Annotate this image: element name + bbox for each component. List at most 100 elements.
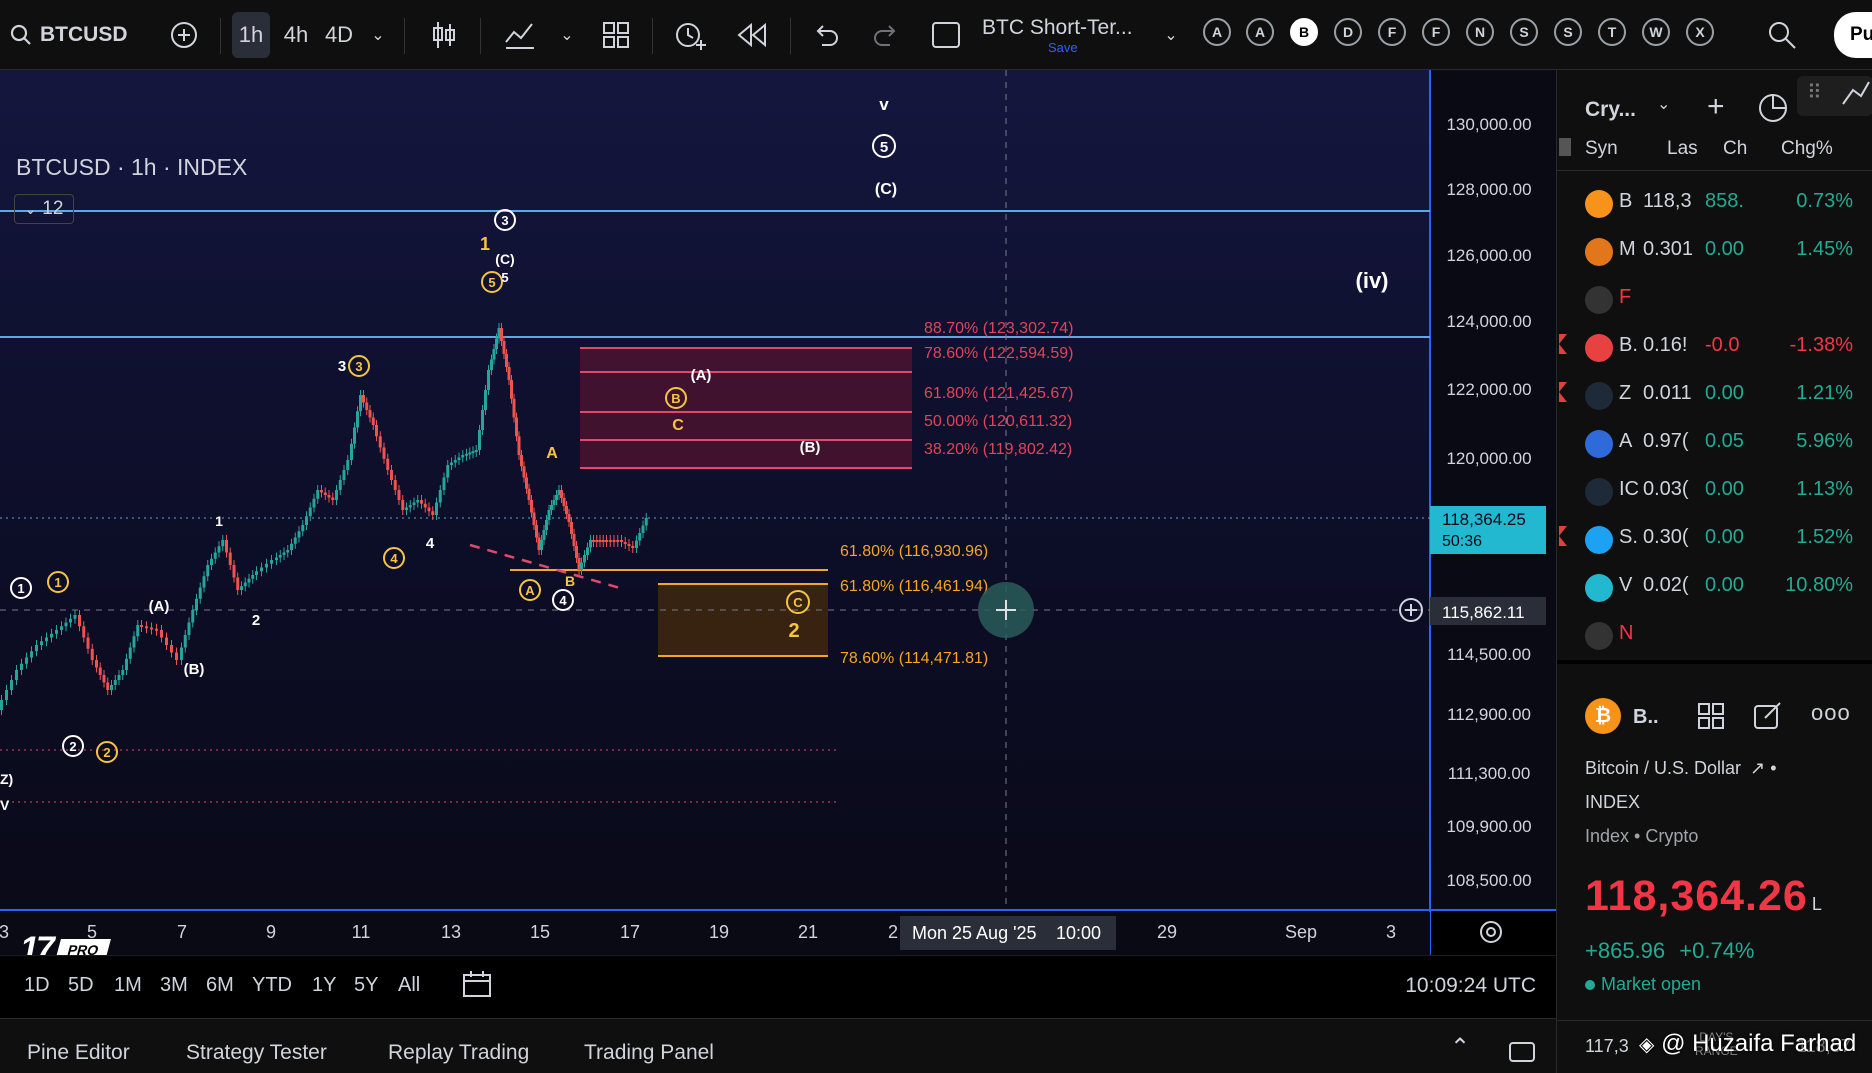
column-change-pct[interactable]: Chg% bbox=[1781, 138, 1833, 160]
watchlist-row[interactable]: V 0.02(0.00 10.80% bbox=[1557, 562, 1872, 608]
chart-pane[interactable]: 88.70% (123,302.74) 78.60% (122,594.59) … bbox=[0, 70, 1556, 1020]
layouts-grid-icon[interactable] bbox=[598, 12, 634, 58]
timeframe-1h[interactable]: 1h bbox=[232, 12, 270, 58]
candle-body bbox=[69, 618, 72, 623]
range-button[interactable]: 1Y bbox=[312, 974, 336, 997]
external-link-icon[interactable]: ↗ bbox=[1750, 758, 1765, 778]
watchlist-letter-circle[interactable]: T bbox=[1598, 18, 1626, 46]
wave-label: 5 bbox=[880, 139, 888, 156]
watchlist-letter-circle[interactable]: F bbox=[1422, 18, 1450, 46]
candle-body bbox=[453, 460, 457, 463]
range-button[interactable]: YTD bbox=[252, 974, 292, 997]
redo-icon[interactable] bbox=[868, 12, 904, 58]
tab-trading-panel[interactable]: Trading Panel bbox=[584, 1041, 714, 1065]
coin-icon bbox=[1585, 286, 1613, 314]
range-button[interactable]: 6M bbox=[206, 974, 234, 997]
range-button[interactable]: 1D bbox=[24, 974, 50, 997]
watchlist-pie-icon[interactable] bbox=[1757, 92, 1789, 129]
tab-pine-editor[interactable]: Pine Editor bbox=[27, 1041, 130, 1065]
indicators-dropdown-chevron-icon[interactable]: ⌄ bbox=[556, 12, 578, 58]
column-last[interactable]: Las bbox=[1667, 138, 1698, 160]
candle-body bbox=[195, 598, 198, 610]
watchlist-row[interactable]: M 0.301 0.00 1.45% bbox=[1557, 226, 1872, 272]
range-button[interactable]: All bbox=[398, 974, 420, 997]
time-axis[interactable]: 3 5 7 9 11 13 15 17 19 21 2 29 Sep 3 Mon… bbox=[0, 912, 1502, 955]
row-change: -0.0 bbox=[1705, 334, 1740, 356]
candle-body bbox=[183, 635, 187, 648]
undo-icon[interactable] bbox=[808, 12, 844, 58]
coin-icon bbox=[1585, 622, 1613, 650]
range-button[interactable]: 1M bbox=[114, 974, 142, 997]
watchlist-letter-circle[interactable]: F bbox=[1378, 18, 1406, 46]
add-symbol-button[interactable] bbox=[166, 12, 202, 58]
candle-body bbox=[487, 370, 490, 390]
details-symbol[interactable]: B.. bbox=[1633, 706, 1659, 729]
candle-body bbox=[517, 436, 521, 455]
watchlist-letter-circle[interactable]: A bbox=[1246, 18, 1274, 46]
layout-dropdown-chevron-icon[interactable]: ⌄ bbox=[1160, 12, 1182, 58]
maximize-panel-icon[interactable] bbox=[1508, 1039, 1536, 1069]
search-magnifier-icon[interactable] bbox=[1762, 12, 1802, 58]
range-button[interactable]: 5Y bbox=[354, 974, 378, 997]
watchlist-letter-circle[interactable]: W bbox=[1642, 18, 1670, 46]
coin-icon bbox=[1585, 574, 1613, 602]
watchlist-row[interactable]: B 118,3 858. 0.73% bbox=[1557, 178, 1872, 224]
chart-settings-gear-icon[interactable] bbox=[1480, 921, 1502, 943]
candles-icon[interactable] bbox=[426, 12, 462, 58]
more-options-icon[interactable]: ooo bbox=[1811, 700, 1851, 726]
watchlist-letter-circle[interactable]: S bbox=[1554, 18, 1582, 46]
candle-body bbox=[510, 380, 513, 399]
watchlist-row[interactable]: S. 0.30(0.00 1.52% bbox=[1557, 514, 1872, 560]
watchlist-letter-circle[interactable]: D bbox=[1334, 18, 1362, 46]
watchlist-row[interactable]: IC 0.03(0.00 1.13% bbox=[1557, 466, 1872, 512]
collapse-panel-chevron-up-icon[interactable]: ⌃ bbox=[1450, 1033, 1470, 1062]
timeframe-dropdown-chevron-icon[interactable]: ⌄ bbox=[366, 12, 390, 58]
indicators-icon[interactable] bbox=[500, 12, 540, 58]
fib-red-label: 61.80% (121,425.67) bbox=[924, 385, 1073, 402]
alert-clock-icon[interactable] bbox=[670, 12, 710, 58]
watchlist-row[interactable]: N bbox=[1557, 610, 1872, 656]
symbol-search-button[interactable]: BTCUSD bbox=[10, 12, 134, 58]
row-symbol: M bbox=[1619, 238, 1636, 260]
row-change-pct: 1.45% bbox=[1796, 238, 1853, 260]
watchlist-letter-circle[interactable]: X bbox=[1686, 18, 1714, 46]
details-edit-icon[interactable] bbox=[1753, 700, 1783, 735]
publish-button[interactable]: Pu bbox=[1834, 12, 1872, 58]
time-tick: 13 bbox=[441, 922, 461, 942]
crosshair-time: 10:00 bbox=[1056, 923, 1101, 943]
add-symbol-plus-icon[interactable]: + bbox=[1707, 90, 1725, 124]
replay-rewind-icon[interactable] bbox=[734, 12, 770, 58]
price-chart[interactable]: 88.70% (123,302.74) 78.60% (122,594.59) … bbox=[0, 70, 1556, 955]
fullscreen-square-icon[interactable] bbox=[928, 12, 964, 58]
timeframe-4d[interactable]: 4D bbox=[320, 12, 358, 58]
right-toolbar-stub[interactable]: ⠿ bbox=[1797, 76, 1872, 116]
watchlist-letter-circle[interactable]: B bbox=[1290, 18, 1318, 46]
candle-body bbox=[431, 511, 435, 515]
details-grid-icon[interactable] bbox=[1697, 702, 1725, 735]
layout-name-button[interactable]: BTC Short-Ter... Save bbox=[982, 12, 1142, 58]
watchlist-row[interactable]: Z 0.011 0.00 1.21% bbox=[1557, 370, 1872, 416]
watchlist-row[interactable]: B. 0.16! -0.0 -1.38% bbox=[1557, 322, 1872, 368]
watchlist-letter-circle[interactable]: N bbox=[1466, 18, 1494, 46]
range-button[interactable]: 5D bbox=[68, 974, 94, 997]
column-symbol[interactable]: Syn bbox=[1585, 138, 1618, 160]
indicator-toggle-button[interactable]: ⌄ 12 bbox=[14, 194, 74, 224]
watchlist-row[interactable]: F bbox=[1557, 274, 1872, 320]
tab-replay-trading[interactable]: Replay Trading bbox=[388, 1041, 529, 1065]
go-to-date-calendar-icon[interactable] bbox=[462, 970, 492, 1004]
watchlist-title[interactable]: Cry... bbox=[1585, 98, 1636, 122]
layout-name: BTC Short-Ter... bbox=[982, 15, 1133, 39]
column-change[interactable]: Ch bbox=[1723, 138, 1747, 160]
time-tick: 2 bbox=[888, 922, 898, 942]
watchlist-row[interactable]: A 0.97(0.05 5.96% bbox=[1557, 418, 1872, 464]
chart-legend-title[interactable]: BTCUSD · 1h · INDEX bbox=[16, 154, 247, 181]
timeframe-4h[interactable]: 4h bbox=[278, 12, 314, 58]
candle-body bbox=[316, 490, 320, 499]
watchlist-dropdown-chevron-icon[interactable]: ⌄ bbox=[1657, 94, 1670, 114]
watchlist-letter-circle[interactable]: S bbox=[1510, 18, 1538, 46]
candle-body bbox=[465, 453, 468, 456]
utc-clock[interactable]: 10:09:24 UTC bbox=[1405, 974, 1536, 998]
range-button[interactable]: 3M bbox=[160, 974, 188, 997]
tab-strategy-tester[interactable]: Strategy Tester bbox=[186, 1041, 327, 1065]
watchlist-letter-circle[interactable]: A bbox=[1203, 18, 1231, 46]
